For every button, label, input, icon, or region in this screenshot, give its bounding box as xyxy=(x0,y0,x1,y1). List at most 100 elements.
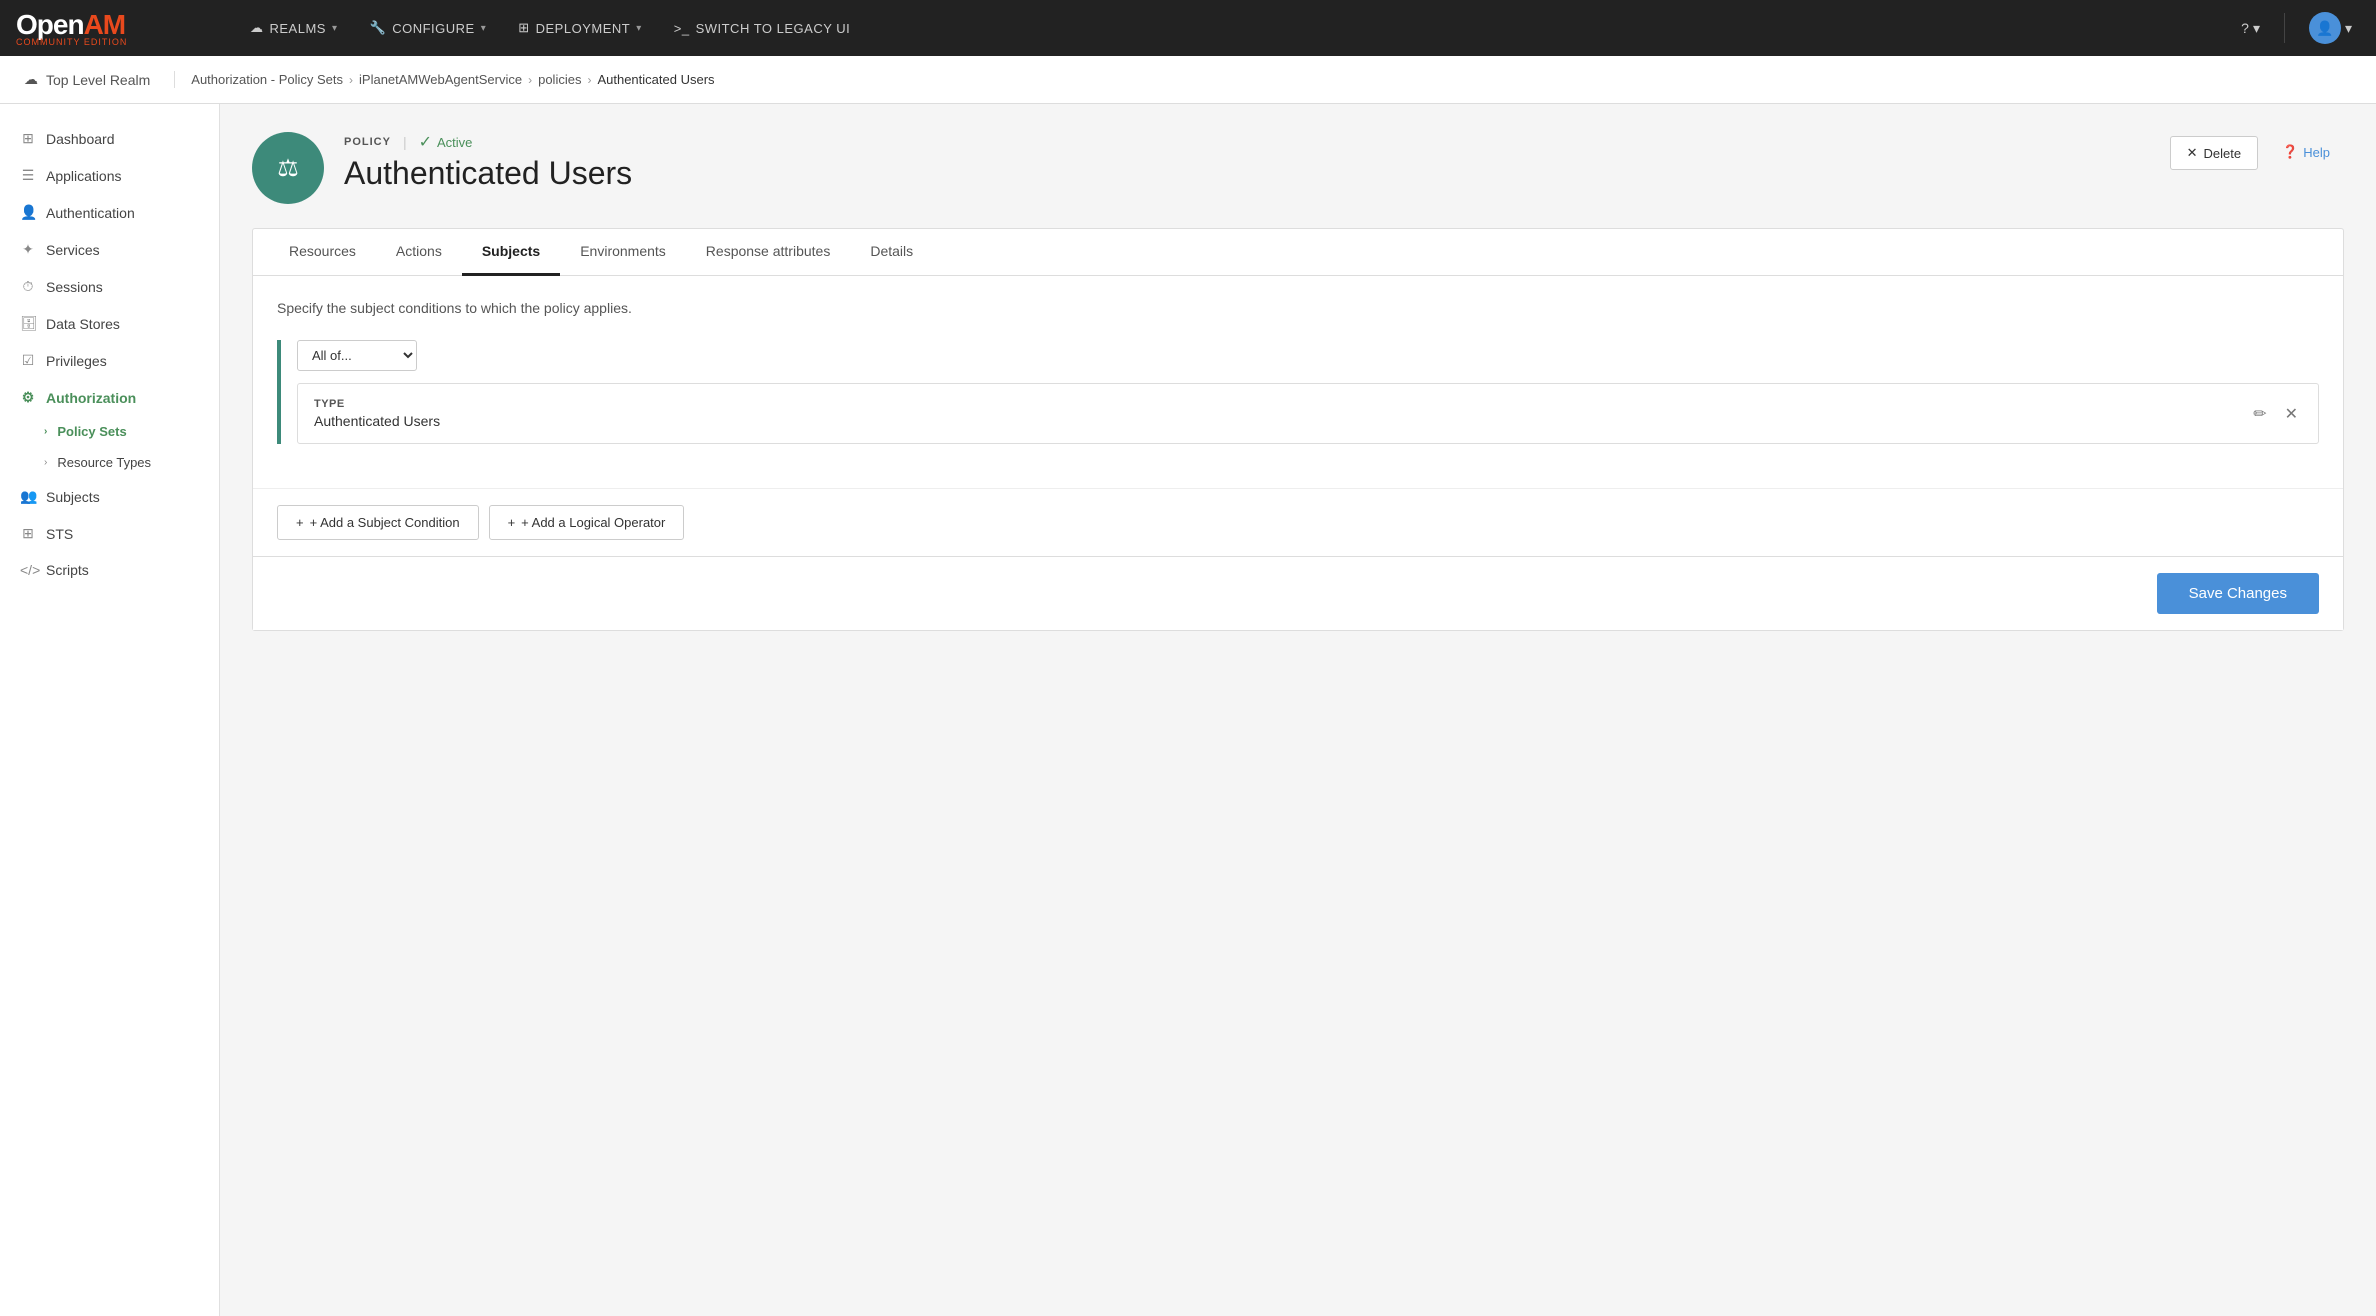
sidebar-item-services[interactable]: ✦ Services xyxy=(0,231,219,268)
avatar: 👤 xyxy=(2309,12,2341,44)
logo-am: AM xyxy=(84,9,126,40)
services-icon: ✦ xyxy=(20,241,36,258)
nav-deployment[interactable]: ⊞ DEPLOYMENT ▾ xyxy=(504,12,656,44)
condition-type-value: Authenticated Users xyxy=(314,413,440,429)
policy-divider: | xyxy=(403,134,407,150)
policy-title: Authenticated Users xyxy=(344,156,2150,191)
tab-details[interactable]: Details xyxy=(850,229,933,276)
sidebar-item-label: Subjects xyxy=(46,489,100,505)
authorization-icon: ⚙ xyxy=(20,389,36,406)
add-subject-condition-button[interactable]: + + Add a Subject Condition xyxy=(277,505,479,540)
sts-icon: ⊞ xyxy=(20,525,36,542)
nav-configure-label: CONFIGURE xyxy=(392,21,475,36)
save-bar: Save Changes xyxy=(253,556,2343,630)
sidebar-item-label: Authentication xyxy=(46,205,135,221)
times-icon: ✕ xyxy=(2187,145,2198,161)
policy-label-row: POLICY | ✓ Active xyxy=(344,132,2150,152)
sidebar-item-label: STS xyxy=(46,526,73,542)
breadcrumb-current: Authenticated Users xyxy=(597,72,714,87)
tab-response-attributes[interactable]: Response attributes xyxy=(686,229,851,276)
delete-button[interactable]: ✕ Delete xyxy=(2170,136,2258,170)
condition-item-left: Type Authenticated Users xyxy=(314,398,440,429)
user-menu-button[interactable]: 👤 ▾ xyxy=(2301,4,2360,52)
tab-environments[interactable]: Environments xyxy=(560,229,686,276)
nav-configure[interactable]: 🔧 CONFIGURE ▾ xyxy=(356,12,501,44)
svg-text:⚖: ⚖ xyxy=(277,155,299,182)
chevron-down-icon: ▾ xyxy=(636,23,642,34)
sidebar-item-label: Authorization xyxy=(46,390,136,406)
nav-right: ? ▾ 👤 ▾ xyxy=(2233,4,2360,52)
remove-condition-button[interactable]: ✕ xyxy=(2281,402,2302,426)
chevron-down-icon: ▾ xyxy=(332,23,338,34)
nav-items: ☁ REALMS ▾ 🔧 CONFIGURE ▾ ⊞ DEPLOYMENT ▾ … xyxy=(236,12,2233,44)
sidebar-sub-item-policy-sets[interactable]: › Policy Sets xyxy=(0,416,219,447)
sidebar-item-sts[interactable]: ⊞ STS xyxy=(0,515,219,552)
panel-body: Specify the subject conditions to which … xyxy=(253,276,2343,488)
help-button[interactable]: ❓ Help xyxy=(2268,136,2344,168)
help-label: Help xyxy=(2303,145,2330,160)
sidebar-item-applications[interactable]: ☰ Applications xyxy=(0,157,219,194)
tabs: Resources Actions Subjects Environments … xyxy=(253,229,2343,276)
policy-icon: ⚖ xyxy=(252,132,324,204)
sidebar-item-dashboard[interactable]: ⊞ Dashboard xyxy=(0,120,219,157)
breadcrumb-path: Authorization - Policy Sets › iPlanetAMW… xyxy=(191,72,714,87)
plus-icon: + xyxy=(296,515,304,530)
condition-type-label: Type xyxy=(314,398,440,410)
sidebar-sub-item-resource-types[interactable]: › Resource Types xyxy=(0,447,219,478)
policy-label: POLICY xyxy=(344,136,391,148)
question-circle-icon: ❓ xyxy=(2282,144,2298,160)
cloud-icon: ☁ xyxy=(250,20,264,36)
sidebar-sub-item-label: Resource Types xyxy=(57,455,151,470)
privileges-icon: ☑ xyxy=(20,352,36,369)
save-changes-button[interactable]: Save Changes xyxy=(2157,573,2319,614)
sidebar-item-data-stores[interactable]: 🗄 Data Stores xyxy=(0,305,219,342)
terminal-icon: >_ xyxy=(674,21,690,36)
status-dot-icon: ✓ xyxy=(419,132,432,152)
add-logical-operator-label: + Add a Logical Operator xyxy=(521,515,665,530)
sidebar-item-label: Data Stores xyxy=(46,316,120,332)
logo-subtitle: COMMUNITY EDITION xyxy=(16,37,127,47)
realm-selector[interactable]: ☁ Top Level Realm xyxy=(24,71,175,88)
breadcrumb-separator: › xyxy=(349,73,353,87)
edit-condition-button[interactable]: ✏ xyxy=(2249,402,2270,426)
nav-realms[interactable]: ☁ REALMS ▾ xyxy=(236,12,352,44)
logo-open: Open xyxy=(16,9,84,40)
sidebar-item-subjects[interactable]: 👥 Subjects xyxy=(0,478,219,515)
tab-resources[interactable]: Resources xyxy=(269,229,376,276)
tab-actions[interactable]: Actions xyxy=(376,229,462,276)
sidebar-item-authentication[interactable]: 👤 Authentication xyxy=(0,194,219,231)
sidebar-item-label: Privileges xyxy=(46,353,107,369)
help-nav-button[interactable]: ? ▾ xyxy=(2233,12,2268,45)
policy-panel: Resources Actions Subjects Environments … xyxy=(252,228,2344,631)
panel-description: Specify the subject conditions to which … xyxy=(277,300,2319,316)
sidebar-item-sessions[interactable]: ⏱ Sessions xyxy=(0,268,219,305)
sidebar-item-label: Scripts xyxy=(46,562,89,578)
add-logical-operator-button[interactable]: + + Add a Logical Operator xyxy=(489,505,685,540)
logo: OpenAM COMMUNITY EDITION xyxy=(16,9,236,47)
tab-subjects[interactable]: Subjects xyxy=(462,229,560,276)
dashboard-icon: ⊞ xyxy=(20,130,36,147)
button-row: + + Add a Subject Condition + + Add a Lo… xyxy=(253,488,2343,556)
wrench-icon: 🔧 xyxy=(370,20,387,36)
sidebar-item-scripts[interactable]: </> Scripts xyxy=(0,552,219,588)
main-content: ⚖ POLICY | ✓ Active Authenticated Users … xyxy=(220,104,2376,1316)
sidebar-item-authorization[interactable]: ⚙ Authorization xyxy=(0,379,219,416)
breadcrumb-policy-sets[interactable]: Authorization - Policy Sets xyxy=(191,72,343,87)
breadcrumb-separator: › xyxy=(528,73,532,87)
condition-operator: All of... Any of... xyxy=(297,340,2319,371)
status-label: Active xyxy=(437,135,472,150)
breadcrumb-service[interactable]: iPlanetAMWebAgentService xyxy=(359,72,522,87)
condition-item-actions: ✏ ✕ xyxy=(2249,402,2302,426)
sidebar-item-privileges[interactable]: ☑ Privileges xyxy=(0,342,219,379)
subjects-icon: 👥 xyxy=(20,488,36,505)
sidebar-item-label: Sessions xyxy=(46,279,103,295)
breadcrumb-policies[interactable]: policies xyxy=(538,72,581,87)
policy-title-area: POLICY | ✓ Active Authenticated Users xyxy=(344,132,2150,191)
question-icon: ? xyxy=(2241,20,2249,36)
sidebar-item-label: Dashboard xyxy=(46,131,115,147)
operator-select[interactable]: All of... Any of... xyxy=(297,340,417,371)
sidebar: ⊞ Dashboard ☰ Applications 👤 Authenticat… xyxy=(0,104,220,1316)
chevron-down-icon: ▾ xyxy=(2253,20,2260,37)
chevron-down-icon: ▾ xyxy=(481,23,487,34)
nav-legacy[interactable]: >_ SWITCH TO LEGACY UI xyxy=(660,13,865,44)
